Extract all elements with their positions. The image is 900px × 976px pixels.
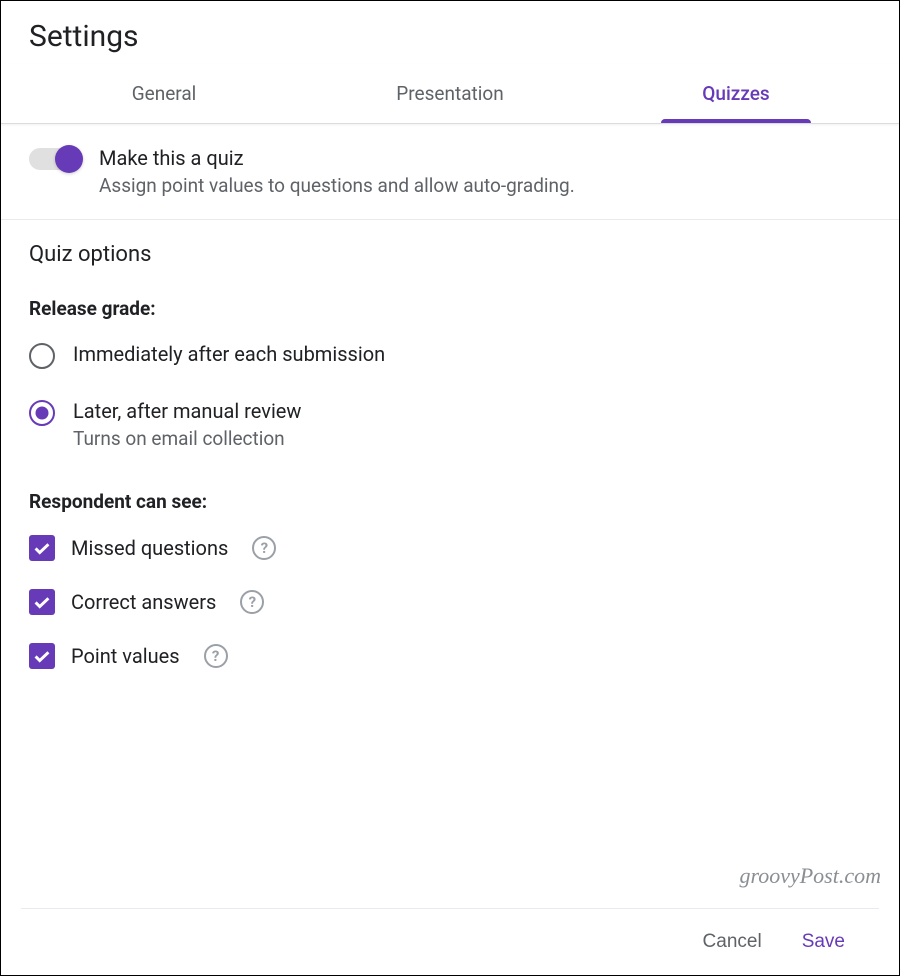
cancel-button[interactable]: Cancel <box>703 931 762 953</box>
checkbox-missed[interactable] <box>29 535 55 561</box>
radio-immediate-label: Immediately after each submission <box>73 342 385 366</box>
release-option-later[interactable]: Later, after manual review Turns on emai… <box>29 399 871 450</box>
radio-immediate[interactable] <box>29 343 55 369</box>
page-title: Settings <box>29 19 871 54</box>
checkbox-points[interactable] <box>29 643 55 669</box>
help-icon[interactable]: ? <box>204 644 228 668</box>
check-icon <box>31 591 53 613</box>
help-icon[interactable]: ? <box>252 536 276 560</box>
save-button[interactable]: Save <box>802 931 845 953</box>
toggle-knob <box>55 145 83 173</box>
respondent-points-row: Point values ? <box>29 643 871 669</box>
respondent-missed-row: Missed questions ? <box>29 535 871 561</box>
checkbox-correct[interactable] <box>29 589 55 615</box>
quiz-options-section: Quiz options Release grade: Immediately … <box>1 220 899 719</box>
dialog-footer: Cancel Save <box>21 908 879 975</box>
quiz-options-title: Quiz options <box>29 242 871 267</box>
help-icon[interactable]: ? <box>240 590 264 614</box>
tab-presentation[interactable]: Presentation <box>307 64 593 123</box>
radio-later-label: Later, after manual review <box>73 399 301 423</box>
checkbox-points-label: Point values <box>71 644 180 668</box>
release-grade-label: Release grade: <box>29 297 871 320</box>
respondent-correct-row: Correct answers ? <box>29 589 871 615</box>
radio-later[interactable] <box>29 400 55 426</box>
watermark: groovyPost.com <box>739 863 881 889</box>
respondent-label: Respondent can see: <box>29 490 871 513</box>
tab-general[interactable]: General <box>21 64 307 123</box>
make-quiz-subtitle: Assign point values to questions and all… <box>99 174 575 197</box>
make-quiz-row: Make this a quiz Assign point values to … <box>1 124 899 220</box>
make-quiz-toggle[interactable] <box>29 148 79 170</box>
dialog-header: Settings <box>1 1 899 64</box>
check-icon <box>31 537 53 559</box>
radio-later-sub: Turns on email collection <box>73 427 301 450</box>
check-icon <box>31 645 53 667</box>
tabs-bar: General Presentation Quizzes <box>1 64 899 124</box>
tab-quizzes[interactable]: Quizzes <box>593 64 879 123</box>
checkbox-correct-label: Correct answers <box>71 590 216 614</box>
release-option-immediate[interactable]: Immediately after each submission <box>29 342 871 369</box>
make-quiz-title: Make this a quiz <box>99 146 575 170</box>
checkbox-missed-label: Missed questions <box>71 536 228 560</box>
